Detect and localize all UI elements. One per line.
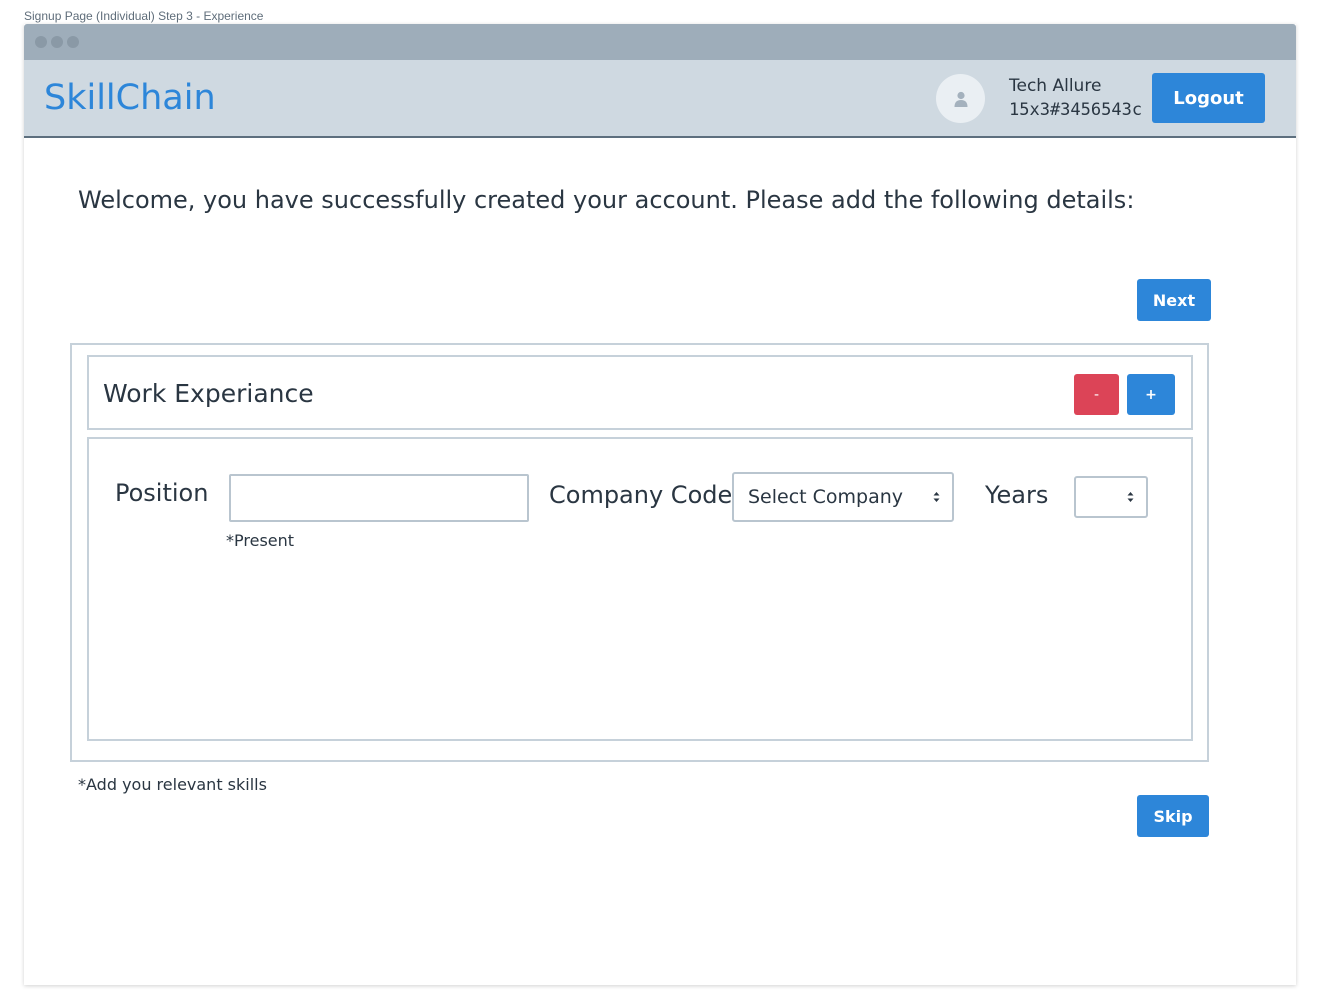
window-dot-icon [35,36,47,48]
select-caret-icon [1127,492,1134,502]
section-title: Work Experiance [103,379,314,408]
years-select[interactable] [1074,476,1148,518]
top-navbar: SkillChain Tech Allure 15x3#3456543c Log… [24,60,1296,138]
company-select-value: Select Company [748,486,904,508]
position-input[interactable] [229,474,529,522]
company-code-label: Company Code [549,481,733,509]
years-label: Years [985,481,1049,509]
page-caption: Signup Page (Individual) Step 3 - Experi… [24,9,264,23]
user-icon [954,91,967,107]
next-button[interactable]: Next [1137,279,1211,321]
skills-note: *Add you relevant skills [78,775,267,794]
skip-button[interactable]: Skip [1137,795,1209,837]
position-label: Position [115,479,209,507]
user-id: 15x3#3456543c [1009,100,1143,120]
window-dot-icon [51,36,63,48]
present-note: *Present [226,531,295,550]
remove-experience-button[interactable]: - [1074,374,1119,415]
select-caret-icon [933,492,940,502]
add-experience-button[interactable]: + [1127,374,1175,415]
brand-logo[interactable]: SkillChain [44,78,216,118]
welcome-message: Welcome, you have successfully created y… [78,186,1135,214]
logout-button[interactable]: Logout [1152,73,1265,123]
user-name: Tech Allure [1009,76,1102,96]
window-titlebar [24,24,1296,60]
avatar[interactable] [936,74,985,123]
window-dot-icon [67,36,79,48]
browser-window: SkillChain Tech Allure 15x3#3456543c Log… [24,24,1296,985]
company-select[interactable]: Select Company [732,472,954,522]
